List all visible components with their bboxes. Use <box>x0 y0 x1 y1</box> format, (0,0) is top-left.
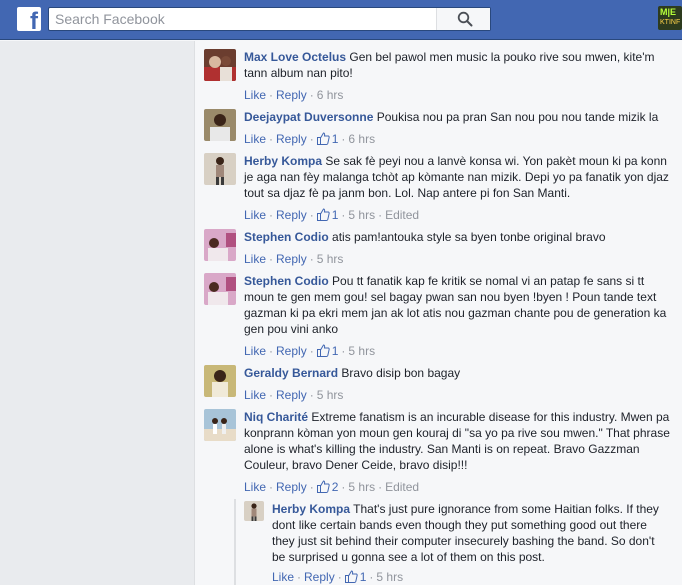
comment-actions: Like · Reply · 1 · 6 hrs <box>244 132 376 146</box>
like-link[interactable]: Like <box>244 344 266 358</box>
like-count[interactable]: 1 <box>332 132 339 146</box>
avatar[interactable] <box>204 153 236 185</box>
comment-actions: Like · Reply · 1 · 5 hrs · Edited <box>244 208 420 222</box>
comment-author[interactable]: Max Love Octelus <box>244 50 346 64</box>
comment-author[interactable]: Stephen Codio <box>244 230 329 244</box>
top-bar: f M|E KTINF <box>0 0 682 40</box>
reply-link[interactable]: Reply <box>276 88 307 102</box>
like-count[interactable]: 1 <box>332 344 339 358</box>
reply-link[interactable]: Reply <box>276 132 307 146</box>
like-link[interactable]: Like <box>244 88 266 102</box>
comment-timestamp[interactable]: 5 hrs <box>317 388 344 402</box>
reply-link[interactable]: Reply <box>276 388 307 402</box>
comment-actions: Like · Reply · 2 · 5 hrs · Edited <box>244 480 420 494</box>
facebook-logo[interactable]: f <box>17 7 41 34</box>
comment-actions: Like · Reply · 1 · 5 hrs <box>244 344 376 358</box>
edited-label[interactable]: Edited <box>385 208 419 222</box>
edited-label[interactable]: Edited <box>385 480 419 494</box>
left-panel <box>0 41 195 585</box>
search-button[interactable] <box>436 8 490 30</box>
comment-actions: Like · Reply · 5 hrs <box>244 252 344 266</box>
comment-text: Poukisa nou pa pran San nou pou nou tand… <box>376 110 659 124</box>
reply-link[interactable]: Reply <box>276 344 307 358</box>
comment-list: Max Love Octelus Gen bel pawol men music… <box>196 41 682 585</box>
search-box <box>48 7 491 31</box>
comment-timestamp[interactable]: 5 hrs <box>348 344 375 358</box>
like-link[interactable]: Like <box>244 132 266 146</box>
reply-link[interactable]: Reply <box>276 480 307 494</box>
avatar[interactable] <box>204 49 236 81</box>
comment-text: atis pam!antouka style sa byen tonbe ori… <box>332 230 606 244</box>
avatar[interactable] <box>204 229 236 261</box>
like-link[interactable]: Like <box>244 208 266 222</box>
like-count[interactable]: 2 <box>332 480 339 494</box>
comment-timestamp[interactable]: 5 hrs <box>376 570 403 584</box>
search-icon <box>457 11 473 27</box>
comment-text: Extreme fanatism is an incurable disease… <box>244 410 670 472</box>
comment-author[interactable]: Stephen Codio <box>244 274 329 288</box>
comment-author[interactable]: Niq Charité <box>244 410 308 424</box>
comment-actions: Like · Reply · 5 hrs <box>244 388 344 402</box>
comment-timestamp[interactable]: 5 hrs <box>348 480 375 494</box>
comment-timestamp[interactable]: 5 hrs <box>348 208 375 222</box>
comment-actions: Like · Reply · 6 hrs <box>244 88 344 102</box>
avatar[interactable] <box>244 501 264 521</box>
comment-author[interactable]: Herby Kompa <box>272 502 350 516</box>
reply-link[interactable]: Reply <box>276 252 307 266</box>
reply-link[interactable]: Reply <box>304 570 335 584</box>
comment-actions: Like · Reply · 1 · 5 hrs <box>272 570 404 584</box>
comment-author[interactable]: Geraldy Bernard <box>244 366 338 380</box>
thumbs-up-icon[interactable] <box>316 208 330 221</box>
comment-timestamp[interactable]: 6 hrs <box>348 132 375 146</box>
comment-timestamp[interactable]: 5 hrs <box>317 252 344 266</box>
profile-thumbnail[interactable]: M|E KTINF <box>658 6 682 30</box>
comment-author[interactable]: Deejaypat Duversonne <box>244 110 373 124</box>
comment-timestamp[interactable]: 6 hrs <box>317 88 344 102</box>
like-link[interactable]: Like <box>244 252 266 266</box>
comment-author[interactable]: Herby Kompa <box>244 154 322 168</box>
avatar[interactable] <box>204 365 236 397</box>
like-link[interactable]: Like <box>244 388 266 402</box>
thumbs-up-icon[interactable] <box>316 480 330 493</box>
avatar[interactable] <box>204 109 236 141</box>
like-link[interactable]: Like <box>272 570 294 584</box>
thumbs-up-icon[interactable] <box>316 132 330 145</box>
thumbs-up-icon[interactable] <box>316 344 330 357</box>
reply-link[interactable]: Reply <box>276 208 307 222</box>
like-count[interactable]: 1 <box>360 570 367 584</box>
thumbs-up-icon[interactable] <box>344 570 358 583</box>
avatar[interactable] <box>204 409 236 441</box>
like-count[interactable]: 1 <box>332 208 339 222</box>
comment-text: Bravo disip bon bagay <box>341 366 461 380</box>
search-input[interactable] <box>49 8 449 30</box>
avatar[interactable] <box>204 273 236 305</box>
like-link[interactable]: Like <box>244 480 266 494</box>
reply-thread-line <box>234 499 236 585</box>
